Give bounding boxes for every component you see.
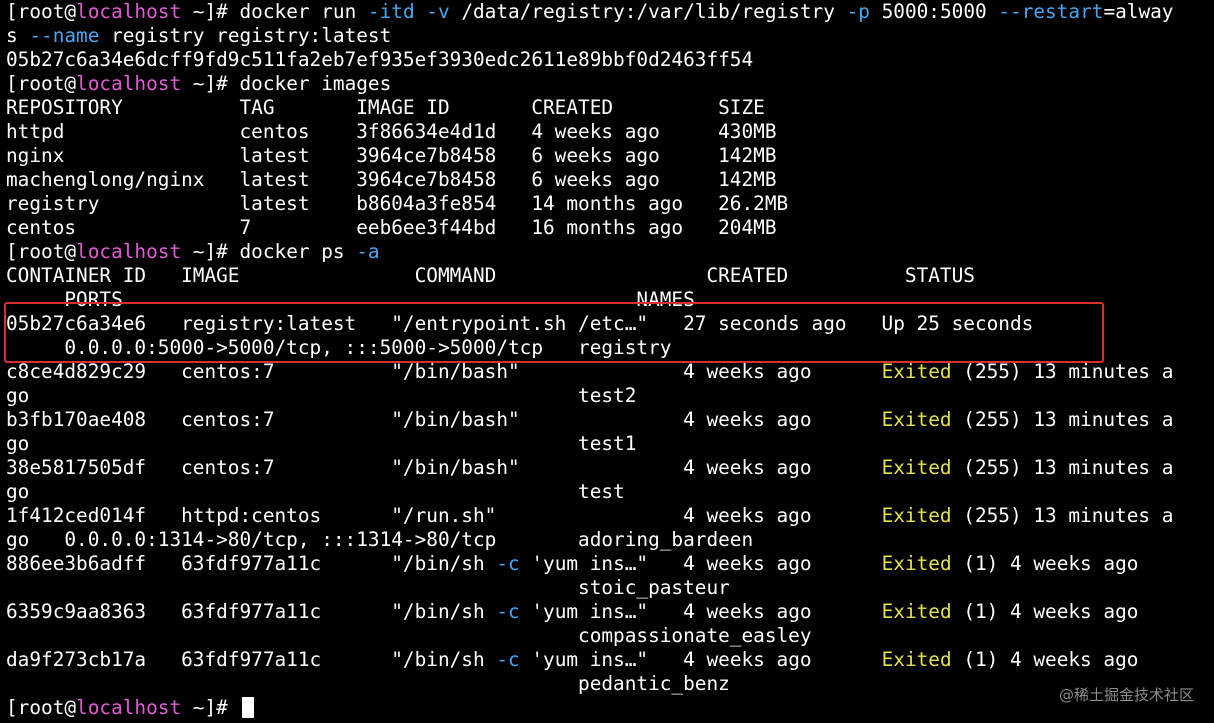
terminal-text: (255) 13 minutes a (951, 360, 1174, 383)
output-line: b3fb170ae408 centos:7 "/bin/bash" 4 week… (6, 408, 1173, 432)
prompt-prefix: [root@ (6, 696, 77, 719)
output-line: stoic_pasteur (6, 576, 730, 600)
prompt-hostname: localhost (76, 0, 182, 23)
prompt-line: [root@localhost ~]# docker run -itd -v /… (6, 0, 1173, 24)
terminal-text: pedantic_benz (6, 672, 730, 695)
highlight-box-registry-container (4, 302, 1104, 363)
command-flag: --name (29, 24, 100, 47)
output-line: 05b27c6a34e6dcff9fd9c511fa2eb7ef935ef393… (6, 48, 753, 72)
status-exited: Exited (881, 456, 952, 479)
terminal-text: go test (6, 480, 625, 503)
output-line: compassionate_easley (6, 624, 812, 648)
terminal-text: (255) 13 minutes a (951, 456, 1174, 479)
output-line: go test (6, 480, 625, 504)
terminal-text: 05b27c6a34e6dcff9fd9c511fa2eb7ef935ef393… (6, 48, 754, 71)
terminal-text: s (6, 24, 30, 47)
prompt-line: [root@localhost ~]# docker ps -a (6, 240, 380, 264)
status-exited: Exited (881, 504, 952, 527)
terminal-text: (1) 4 weeks ago (951, 600, 1139, 623)
prompt-line: [root@localhost ~]# (6, 696, 254, 720)
terminal-text: go 0.0.0.0:1314->80/tcp, :::1314->80/tcp… (6, 528, 754, 551)
terminal-text: registry registry:latest (99, 24, 392, 47)
terminal-text: centos 7 eeb6ee3f44bd 16 months ago 204M… (6, 216, 777, 239)
output-line: 1f412ced014f httpd:centos "/run.sh" 4 we… (6, 504, 1173, 528)
output-line: httpd centos 3f86634e4d1d 4 weeks ago 43… (6, 120, 777, 144)
terminal-text: go test2 (6, 384, 637, 407)
command-flag: -a (356, 240, 380, 263)
output-line: CONTAINER ID IMAGE COMMAND CREATED STATU… (6, 264, 975, 288)
command-flag: -p (846, 0, 870, 23)
command-flag: -c (496, 600, 520, 623)
status-exited: Exited (881, 408, 952, 431)
prompt-line: [root@localhost ~]# docker images (6, 72, 391, 96)
prompt-prefix: [root@ (6, 72, 77, 95)
terminal-text: /data/registry:/var/lib/registry (449, 0, 847, 23)
output-line: REPOSITORY TAG IMAGE ID CREATED SIZE (6, 96, 765, 120)
terminal-text: 'yum ins…" 4 weeks ago (519, 600, 882, 623)
terminal-window[interactable]: [root@localhost ~]# docker run -itd -v /… (0, 0, 1214, 723)
terminal-text: httpd centos 3f86634e4d1d 4 weeks ago 43… (6, 120, 777, 143)
terminal-text: 886ee3b6adff 63fdf977a11c "/bin/sh (6, 552, 497, 575)
status-exited: Exited (881, 360, 952, 383)
output-line: s --name registry registry:latest (6, 24, 391, 48)
prompt-hostname: localhost (76, 240, 182, 263)
prompt-suffix: ~]# (181, 696, 240, 719)
status-exited: Exited (881, 600, 952, 623)
output-line: go 0.0.0.0:1314->80/tcp, :::1314->80/tcp… (6, 528, 753, 552)
output-line: nginx latest 3964ce7b8458 6 weeks ago 14… (6, 144, 777, 168)
text-cursor (241, 697, 254, 718)
terminal-text: 38e5817505df centos:7 "/bin/bash" 4 week… (6, 456, 882, 479)
prompt-suffix: ~]# (181, 72, 240, 95)
command-flag: -c (496, 552, 520, 575)
output-line: go test2 (6, 384, 636, 408)
prompt-suffix: ~]# (181, 0, 240, 23)
output-line: c8ce4d829c29 centos:7 "/bin/bash" 4 week… (6, 360, 1173, 384)
status-exited: Exited (881, 648, 952, 671)
terminal-text: 1f412ced014f httpd:centos "/run.sh" 4 we… (6, 504, 882, 527)
terminal-text: 5000:5000 (869, 0, 999, 23)
terminal-text: CONTAINER ID IMAGE COMMAND CREATED STATU… (6, 264, 975, 287)
terminal-text: machenglong/nginx latest 3964ce7b8458 6 … (6, 168, 777, 191)
command-flag: --restart (998, 0, 1104, 23)
output-line: da9f273cb17a 63fdf977a11c "/bin/sh -c 'y… (6, 648, 1138, 672)
terminal-text: da9f273cb17a 63fdf977a11c "/bin/sh (6, 648, 497, 671)
terminal-text: compassionate_easley (6, 624, 812, 647)
terminal-text: docker run (239, 0, 368, 23)
terminal-text: (1) 4 weeks ago (951, 552, 1139, 575)
output-line: centos 7 eeb6ee3f44bd 16 months ago 204M… (6, 216, 777, 240)
terminal-text: go test1 (6, 432, 637, 455)
prompt-prefix: [root@ (6, 0, 77, 23)
terminal-text: nginx latest 3964ce7b8458 6 weeks ago 14… (6, 144, 777, 167)
terminal-text: b3fb170ae408 centos:7 "/bin/bash" 4 week… (6, 408, 882, 431)
output-line: pedantic_benz (6, 672, 730, 696)
terminal-text: 'yum ins…" 4 weeks ago (519, 648, 882, 671)
prompt-suffix: ~]# (181, 240, 240, 263)
output-line: 6359c9aa8363 63fdf977a11c "/bin/sh -c 'y… (6, 600, 1138, 624)
output-line: registry latest b8604a3fe854 14 months a… (6, 192, 788, 216)
terminal-text: =alway (1103, 0, 1174, 23)
terminal-text: REPOSITORY TAG IMAGE ID CREATED SIZE (6, 96, 765, 119)
terminal-text: stoic_pasteur (6, 576, 730, 599)
terminal-text: (1) 4 weeks ago (951, 648, 1139, 671)
terminal-text: 'yum ins…" 4 weeks ago (519, 552, 882, 575)
terminal-text: 6359c9aa8363 63fdf977a11c "/bin/sh (6, 600, 497, 623)
terminal-text: (255) 13 minutes a (951, 408, 1174, 431)
prompt-hostname: localhost (76, 72, 182, 95)
prompt-prefix: [root@ (6, 240, 77, 263)
command-flag: -c (496, 648, 520, 671)
output-line: 38e5817505df centos:7 "/bin/bash" 4 week… (6, 456, 1173, 480)
terminal-text: (255) 13 minutes a (951, 504, 1174, 527)
output-line: go test1 (6, 432, 636, 456)
watermark: @稀土掘金技术社区 (1058, 686, 1194, 704)
terminal-text: registry latest b8604a3fe854 14 months a… (6, 192, 789, 215)
output-line: machenglong/nginx latest 3964ce7b8458 6 … (6, 168, 777, 192)
output-line: 886ee3b6adff 63fdf977a11c "/bin/sh -c 'y… (6, 552, 1138, 576)
terminal-text: c8ce4d829c29 centos:7 "/bin/bash" 4 week… (6, 360, 882, 383)
terminal-text: docker images (239, 72, 392, 95)
command-flag: -itd -v (367, 0, 450, 23)
terminal-text: docker ps (239, 240, 357, 263)
prompt-hostname: localhost (76, 696, 182, 719)
status-exited: Exited (881, 552, 952, 575)
